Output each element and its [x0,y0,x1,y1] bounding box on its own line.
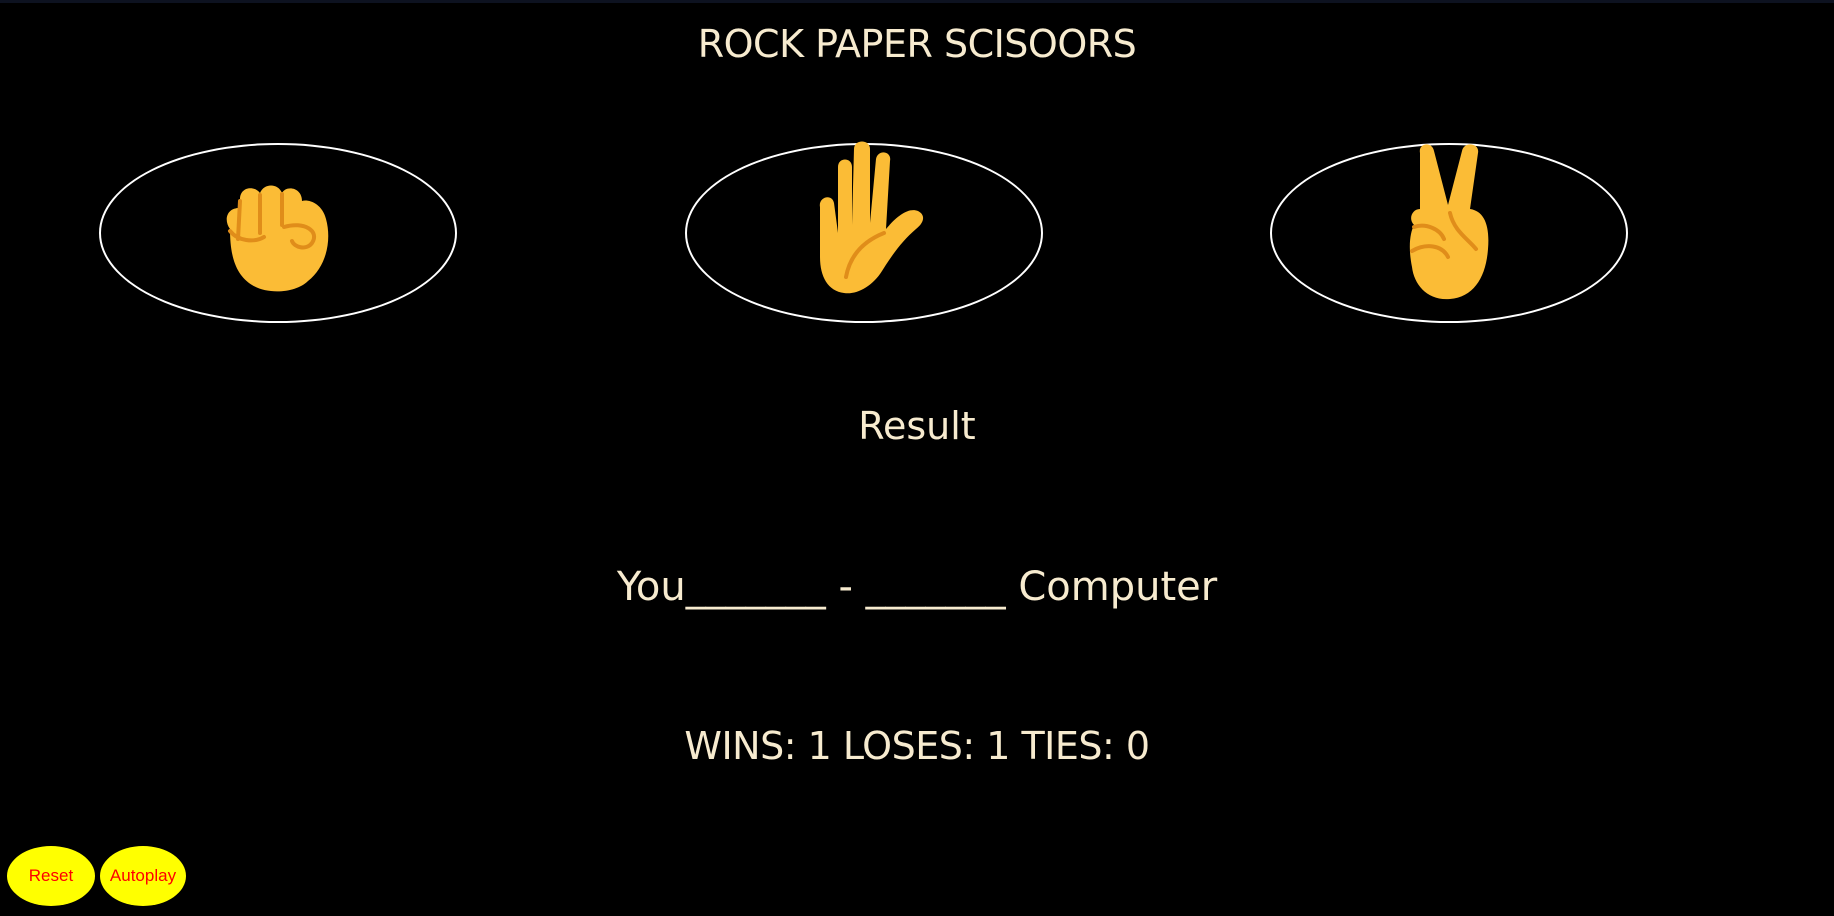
raised-fist-icon [226,185,329,292]
moves-text: You_______ - _______ Computer [616,564,1218,610]
scissors-button[interactable] [1270,143,1628,323]
autoplay-button[interactable]: Autoplay [100,846,186,906]
reset-button[interactable]: Reset [7,846,95,906]
rock-button[interactable] [99,143,457,323]
top-border [0,0,1834,3]
raised-hand-icon [819,141,924,294]
page-title: ROCK PAPER SCISOORS [697,22,1137,66]
victory-hand-icon [1409,144,1489,300]
result-text: Result [858,404,976,448]
paper-button[interactable] [685,141,1043,323]
score-text: WINS: 1 LOSES: 1 TIES: 0 [684,724,1150,768]
